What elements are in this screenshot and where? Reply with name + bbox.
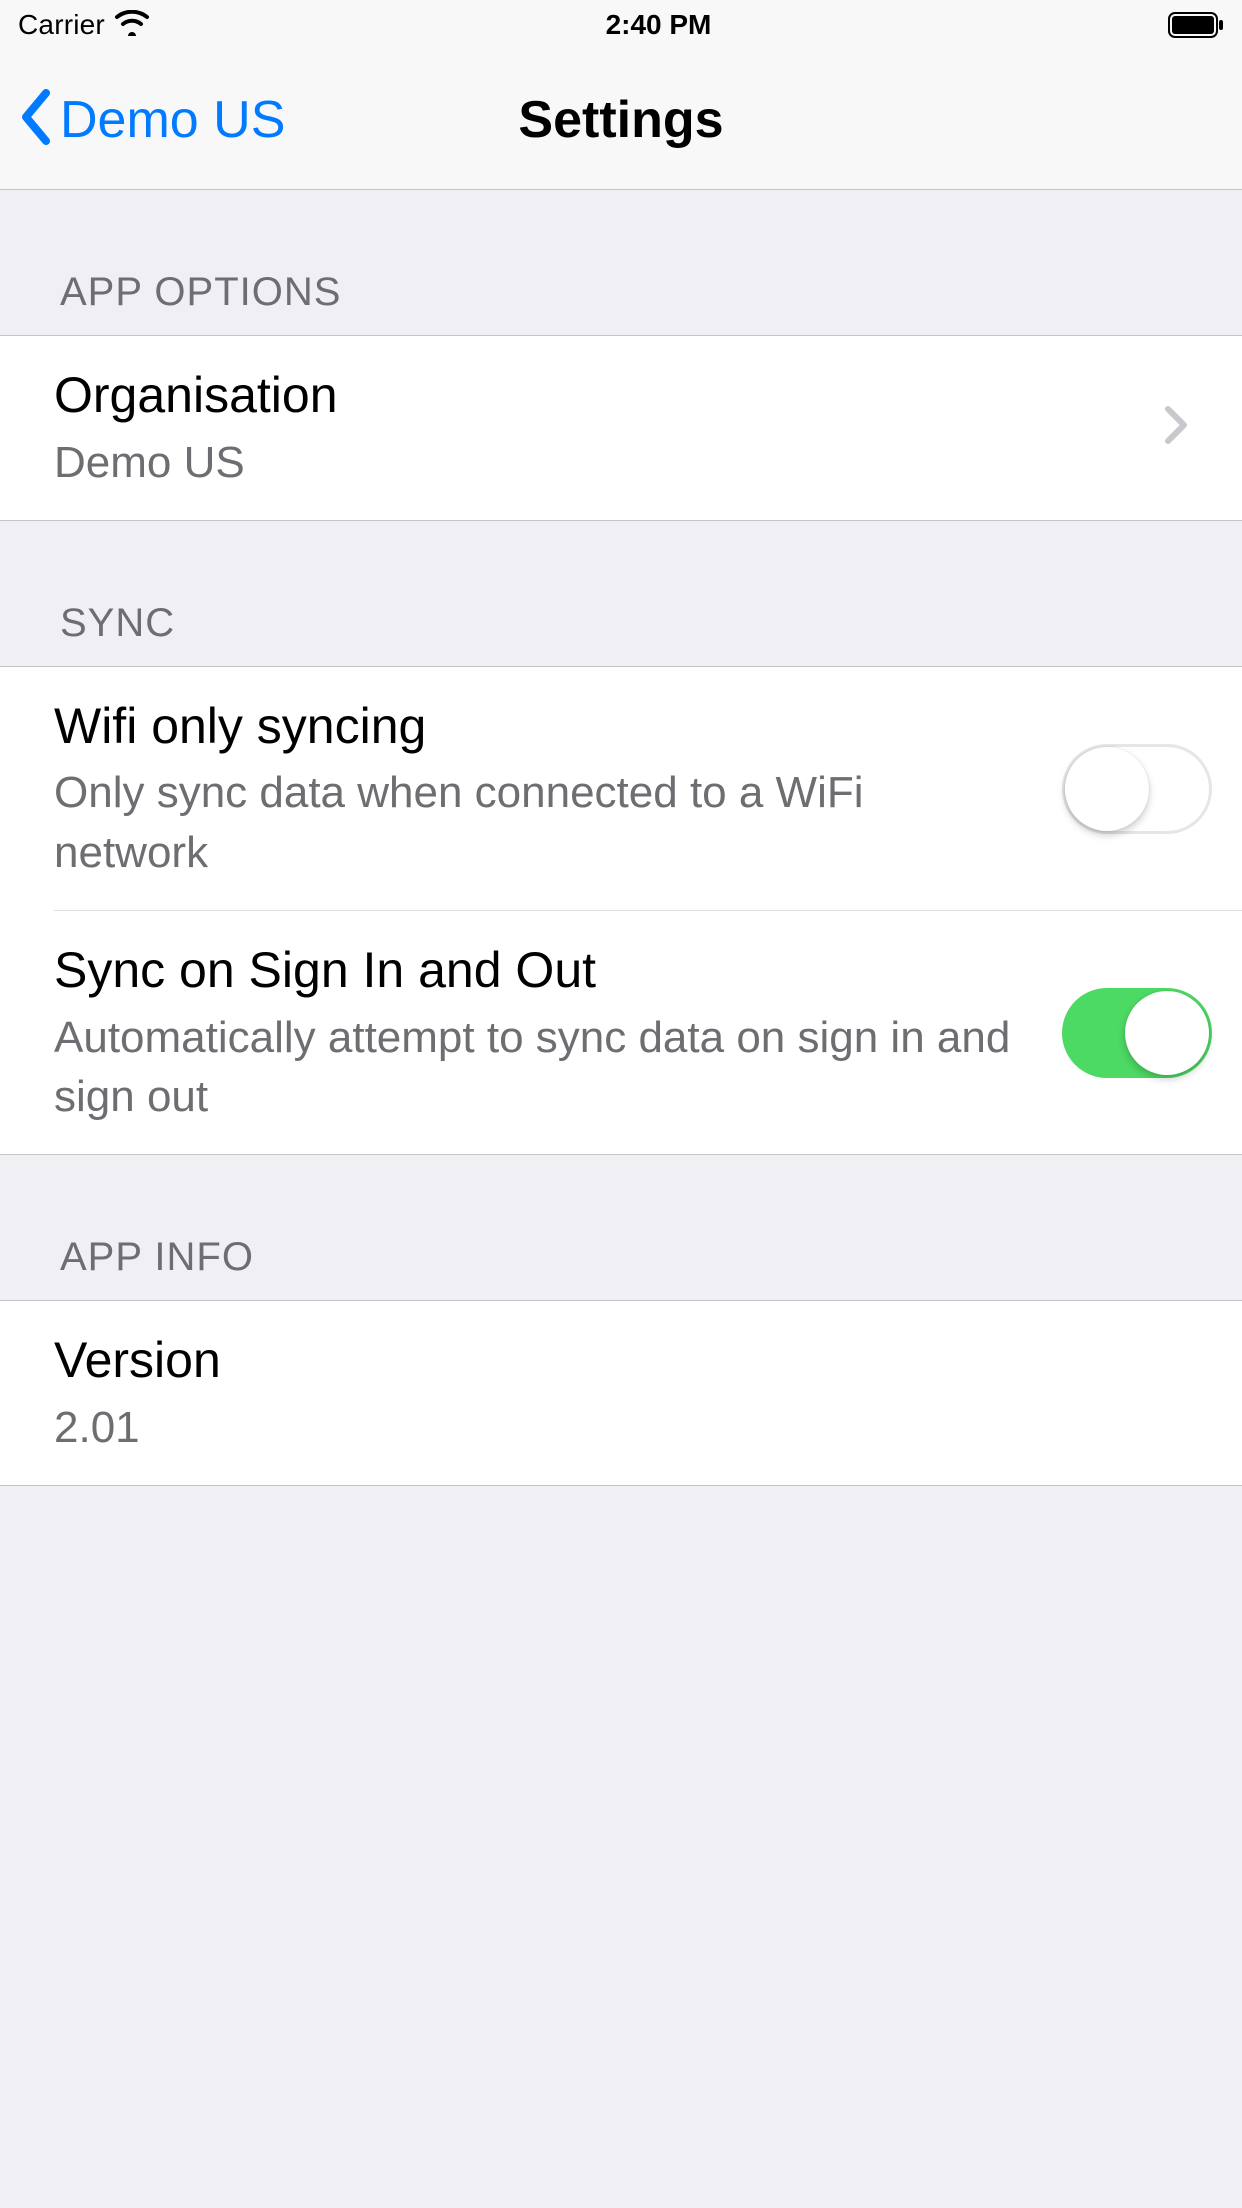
cell-text: Version 2.01	[54, 1329, 1188, 1457]
sync-signinout-toggle[interactable]	[1062, 988, 1212, 1078]
wifi-only-toggle[interactable]	[1062, 744, 1212, 834]
status-left: Carrier	[18, 9, 149, 41]
status-time: 2:40 PM	[606, 9, 712, 41]
toggle-knob	[1125, 991, 1209, 1075]
chevron-left-icon	[18, 89, 52, 150]
cell-group-app-info: Version 2.01	[0, 1300, 1242, 1486]
cell-text: Sync on Sign In and Out Automatically at…	[54, 939, 1042, 1126]
back-button[interactable]: Demo US	[0, 89, 285, 150]
carrier-label: Carrier	[18, 9, 105, 41]
chevron-right-icon	[1164, 405, 1188, 450]
cell-sync-sign-in-out: Sync on Sign In and Out Automatically at…	[0, 911, 1242, 1154]
cell-text: Wifi only syncing Only sync data when co…	[54, 695, 1042, 882]
page-title: Settings	[518, 90, 723, 150]
organisation-value: Demo US	[54, 433, 1144, 492]
version-title: Version	[54, 1329, 1188, 1392]
section-header-app-options: APP OPTIONS	[0, 190, 1242, 335]
wifi-only-subtitle: Only sync data when connected to a WiFi …	[54, 763, 974, 882]
cell-organisation[interactable]: Organisation Demo US	[0, 336, 1242, 520]
wifi-only-title: Wifi only syncing	[54, 695, 1042, 758]
toggle-knob	[1065, 747, 1149, 831]
section-header-app-info: APP INFO	[0, 1155, 1242, 1300]
sync-signinout-subtitle: Automatically attempt to sync data on si…	[54, 1008, 1042, 1127]
version-value: 2.01	[54, 1398, 1188, 1457]
cell-group-sync: Wifi only syncing Only sync data when co…	[0, 666, 1242, 1156]
sync-signinout-title: Sync on Sign In and Out	[54, 939, 1042, 1002]
cell-version: Version 2.01	[0, 1301, 1242, 1485]
organisation-title: Organisation	[54, 364, 1144, 427]
cell-wifi-only: Wifi only syncing Only sync data when co…	[0, 667, 1242, 910]
nav-bar: Demo US Settings	[0, 50, 1242, 190]
wifi-icon	[115, 10, 149, 41]
cell-group-app-options: Organisation Demo US	[0, 335, 1242, 521]
section-header-sync: SYNC	[0, 521, 1242, 666]
cell-text: Organisation Demo US	[54, 364, 1144, 492]
battery-icon	[1168, 12, 1224, 38]
back-label: Demo US	[60, 90, 285, 150]
status-bar: Carrier 2:40 PM	[0, 0, 1242, 50]
